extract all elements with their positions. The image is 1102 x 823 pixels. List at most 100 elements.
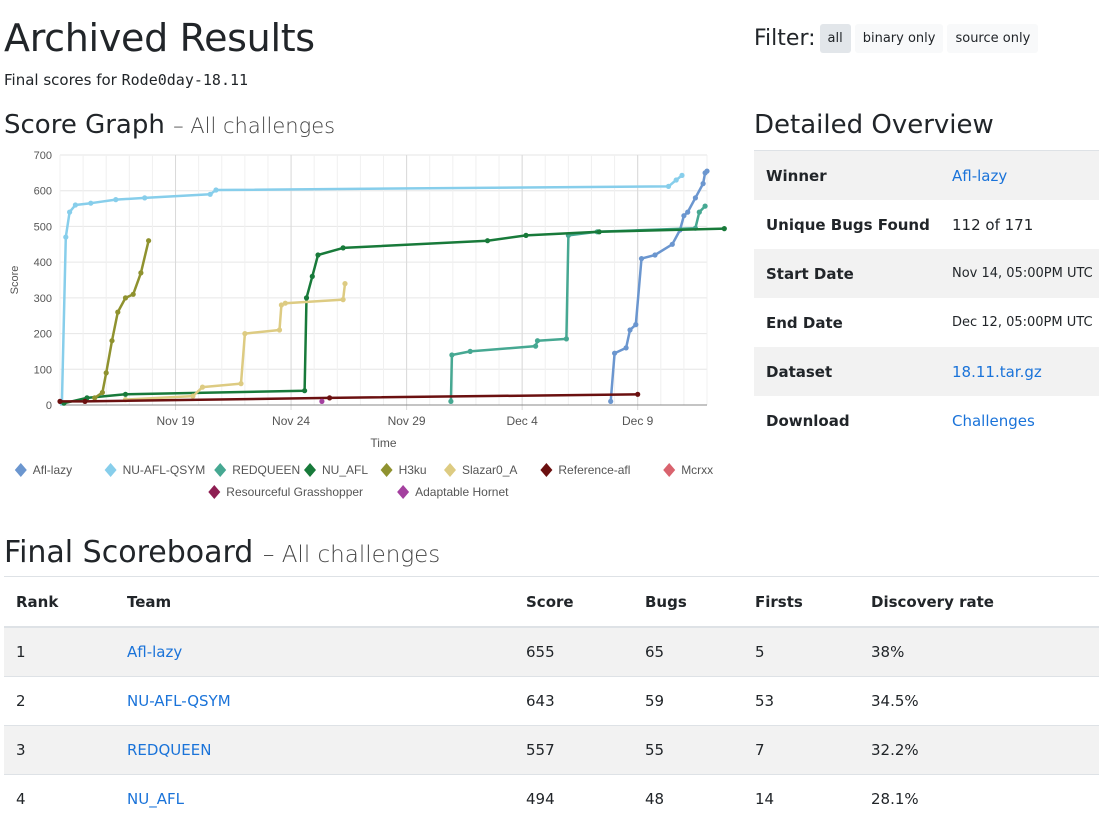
legend-label-resourceful-grasshopper: Resourceful Grasshopper — [226, 485, 363, 499]
data-point-afl-lazy — [608, 399, 613, 404]
filter-group: Filter: all binary only source only — [754, 24, 1042, 53]
data-point-nu-afl-qsym — [666, 184, 671, 189]
y-tick-label: 100 — [34, 364, 52, 376]
table-row: 1 Afl-lazy 655 65 5 38% — [4, 627, 1099, 677]
rank-cell: 2 — [4, 677, 115, 726]
legend-marker-redqueen — [214, 463, 226, 477]
score-cell: 643 — [514, 677, 633, 726]
filter-all-button[interactable]: all — [820, 24, 851, 53]
column-header-discovery-rate[interactable]: Discovery rate — [859, 577, 1099, 628]
data-point-nu-afl-qsym — [679, 173, 684, 178]
y-tick-label: 700 — [34, 150, 52, 162]
data-point-afl-lazy — [693, 195, 698, 200]
data-point-h3ku — [109, 338, 114, 343]
team-link[interactable]: Afl-lazy — [115, 627, 514, 677]
winner-link[interactable]: Afl-lazy — [952, 167, 1007, 185]
rank-cell: 1 — [4, 627, 115, 677]
data-point-reference-afl — [57, 399, 62, 404]
rank-cell: 3 — [4, 726, 115, 775]
data-point-nu-afl — [722, 226, 727, 231]
legend-marker-adaptable-hornet — [397, 485, 409, 499]
data-point-h3ku — [115, 310, 120, 315]
overview-key: Unique Bugs Found — [754, 216, 952, 234]
legend-label-nu-afl: NU_AFL — [322, 463, 368, 477]
data-point-nu-afl — [341, 245, 346, 250]
overview-row-download: Download Challenges — [754, 396, 1099, 445]
scoreboard-header-row: Rank Team Score Bugs Firsts Discovery ra… — [4, 577, 1099, 628]
series-line-slazar0-a — [126, 284, 346, 400]
data-point-nu-afl — [302, 388, 307, 393]
data-point-nu-afl-qsym — [63, 235, 68, 240]
data-point-slazar0-a — [242, 331, 247, 336]
x-tick-label: Nov 29 — [388, 414, 426, 428]
y-tick-label: 300 — [34, 293, 52, 305]
column-header-bugs[interactable]: Bugs — [633, 577, 743, 628]
x-tick-label: Dec 9 — [622, 414, 654, 428]
score-chart[interactable]: 0100200300400500600700Nov 19Nov 24Nov 29… — [0, 142, 740, 512]
data-point-h3ku — [100, 390, 105, 395]
legend-marker-nu-afl-qsym — [105, 463, 117, 477]
data-point-h3ku — [92, 395, 97, 400]
subtitle-event: Rode0day-18.11 — [122, 71, 248, 89]
data-point-afl-lazy — [681, 213, 686, 218]
data-point-nu-afl — [304, 295, 309, 300]
data-point-nu-afl-qsym — [67, 210, 72, 215]
data-point-nu-afl-qsym — [208, 192, 213, 197]
data-point-h3ku — [123, 295, 128, 300]
team-link[interactable]: REDQUEEN — [115, 726, 514, 775]
data-point-slazar0-a — [277, 327, 282, 332]
overview-value: Dec 12, 05:00PM UTC — [952, 315, 1093, 330]
data-point-redqueen — [449, 352, 454, 357]
data-point-nu-afl-qsym — [113, 197, 118, 202]
overview-key: Winner — [754, 167, 952, 185]
series-line-afl-lazy — [611, 171, 707, 401]
data-point-nu-afl — [485, 238, 490, 243]
data-point-nu-afl-qsym — [73, 202, 78, 207]
legend-marker-mcrxx — [663, 463, 675, 477]
challenges-download-link[interactable]: Challenges — [952, 412, 1035, 430]
data-point-afl-lazy — [685, 210, 690, 215]
y-tick-label: 600 — [34, 186, 52, 198]
data-point-h3ku — [104, 370, 109, 375]
bugs-cell: 65 — [633, 627, 743, 677]
data-point-nu-afl — [315, 252, 320, 257]
legend-marker-afl-lazy — [15, 463, 27, 477]
team-link[interactable]: NU-AFL-QSYM — [115, 677, 514, 726]
y-tick-label: 0 — [46, 400, 52, 412]
score-graph-subtitle: – All challenges — [173, 114, 335, 138]
column-header-firsts[interactable]: Firsts — [743, 577, 859, 628]
filter-binary-only-button[interactable]: binary only — [855, 24, 944, 53]
firsts-cell: 53 — [743, 677, 859, 726]
data-point-slazar0-a — [342, 281, 347, 286]
column-header-score[interactable]: Score — [514, 577, 633, 628]
legend-label-nu-afl-qsym: NU-AFL-QSYM — [123, 463, 206, 477]
score-cell: 557 — [514, 726, 633, 775]
legend-label-reference-afl: Reference-afl — [558, 463, 630, 477]
data-point-redqueen — [564, 336, 569, 341]
x-tick-label: Nov 24 — [272, 414, 310, 428]
data-point-redqueen — [533, 344, 538, 349]
data-point-nu-afl — [523, 233, 528, 238]
scoreboard-subtitle: – All challenges — [263, 542, 440, 568]
x-tick-label: Nov 19 — [157, 414, 195, 428]
scoreboard-table: Rank Team Score Bugs Firsts Discovery ra… — [4, 576, 1099, 823]
data-point-adaptable-hornet — [319, 399, 324, 404]
data-point-h3ku — [146, 238, 151, 243]
data-point-nu-afl-qsym — [674, 177, 679, 182]
firsts-cell: 7 — [743, 726, 859, 775]
filter-source-only-button[interactable]: source only — [947, 24, 1038, 53]
y-tick-label: 400 — [34, 257, 52, 269]
column-header-rank[interactable]: Rank — [4, 577, 115, 628]
data-point-afl-lazy — [624, 345, 629, 350]
discovery-rate-cell: 34.5% — [859, 677, 1099, 726]
column-header-team[interactable]: Team — [115, 577, 514, 628]
data-point-slazar0-a — [283, 301, 288, 306]
data-point-slazar0-a — [200, 385, 205, 390]
data-point-slazar0-a — [190, 394, 195, 399]
table-row: 3 REDQUEEN 557 55 7 32.2% — [4, 726, 1099, 775]
data-point-redqueen — [448, 399, 453, 404]
discovery-rate-cell: 32.2% — [859, 726, 1099, 775]
dataset-link[interactable]: 18.11.tar.gz — [952, 363, 1042, 381]
bugs-cell: 59 — [633, 677, 743, 726]
data-point-h3ku — [131, 292, 136, 297]
